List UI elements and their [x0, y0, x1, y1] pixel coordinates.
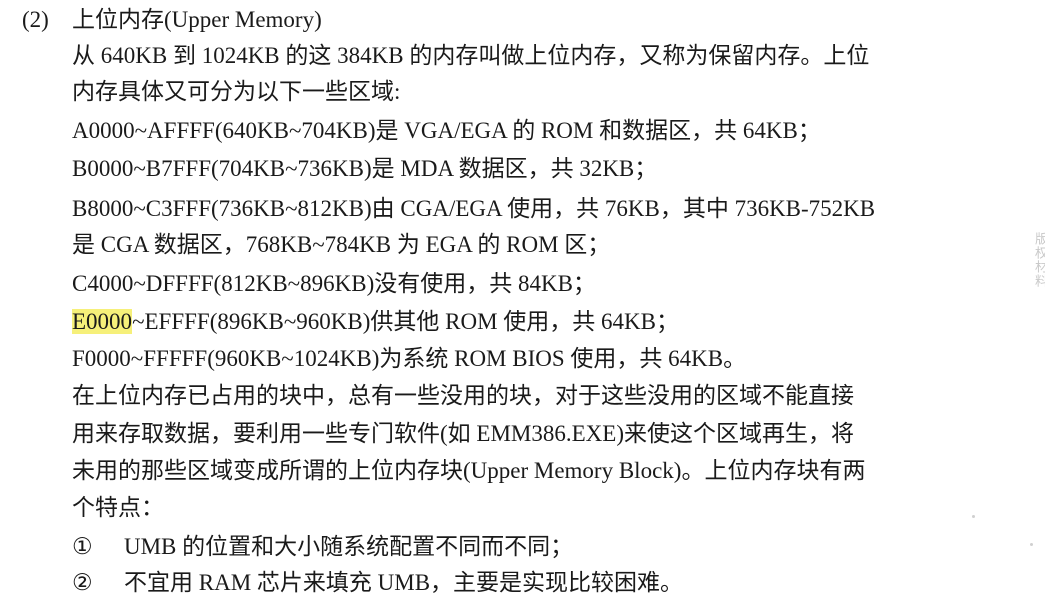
region-line: A0000~AFFFF(640KB~704KB)是 VGA/EGA 的 ROM …: [72, 118, 821, 143]
region-line: 是 CGA 数据区，768KB~784KB 为 EGA 的 ROM 区；: [72, 232, 611, 257]
document-page: (2) 上位内存(Upper Memory) 从 640KB 到 1024KB 的…: [0, 0, 1045, 605]
intro-line: 内存具体又可分为以下一些区域:: [72, 79, 401, 104]
scan-speck: [1030, 543, 1033, 546]
feature-marker: ①: [72, 534, 93, 559]
region-line: F0000~FFFFF(960KB~1024KB)为系统 ROM BIOS 使用…: [72, 346, 747, 371]
feature-marker: ②: [72, 570, 93, 595]
paragraph-line: 个特点：: [72, 495, 164, 520]
feature-item: ② 不宜用 RAM 芯片来填充 UMB，主要是实现比较困难。: [72, 567, 683, 599]
section-heading: (2) 上位内存(Upper Memory): [22, 4, 322, 36]
region-line-rest: ~EFFFF(896KB~960KB)供其他 ROM 使用，共 64KB；: [132, 309, 679, 334]
region-line-highlighted: E0000~EFFFF(896KB~960KB)供其他 ROM 使用，共 64K…: [72, 306, 679, 338]
intro-line: 从 640KB 到 1024KB 的这 384KB 的内存叫做上位内存，又称为保…: [72, 43, 870, 68]
highlighted-text: E0000: [72, 309, 133, 334]
feature-text: 不宜用 RAM 芯片来填充 UMB，主要是实现比较困难。: [124, 570, 684, 595]
paragraph-line: 未用的那些区域变成所谓的上位内存块(Upper Memory Block)。上位…: [72, 458, 866, 483]
paragraph-line: 在上位内存已占用的块中，总有一些没用的块，对于这些没用的区域不能直接: [72, 383, 854, 408]
paragraph-line: 用来存取数据，要利用一些专门软件(如 EMM386.EXE)来使这个区域再生，将: [72, 421, 854, 446]
region-line: B8000~C3FFF(736KB~812KB)由 CGA/EGA 使用，共 7…: [72, 196, 876, 221]
section-number: (2): [22, 7, 49, 32]
scan-speck: [972, 515, 975, 518]
feature-text: UMB 的位置和大小随系统配置不同而不同；: [124, 534, 574, 559]
section-title: 上位内存(Upper Memory): [72, 7, 322, 32]
region-line: C4000~DFFFF(812KB~896KB)没有使用，共 84KB；: [72, 271, 596, 296]
feature-item: ① UMB 的位置和大小随系统配置不同而不同；: [72, 531, 573, 563]
watermark-text: 版权材料: [1032, 232, 1045, 288]
region-line: B0000~B7FFF(704KB~736KB)是 MDA 数据区，共 32KB…: [72, 156, 658, 181]
